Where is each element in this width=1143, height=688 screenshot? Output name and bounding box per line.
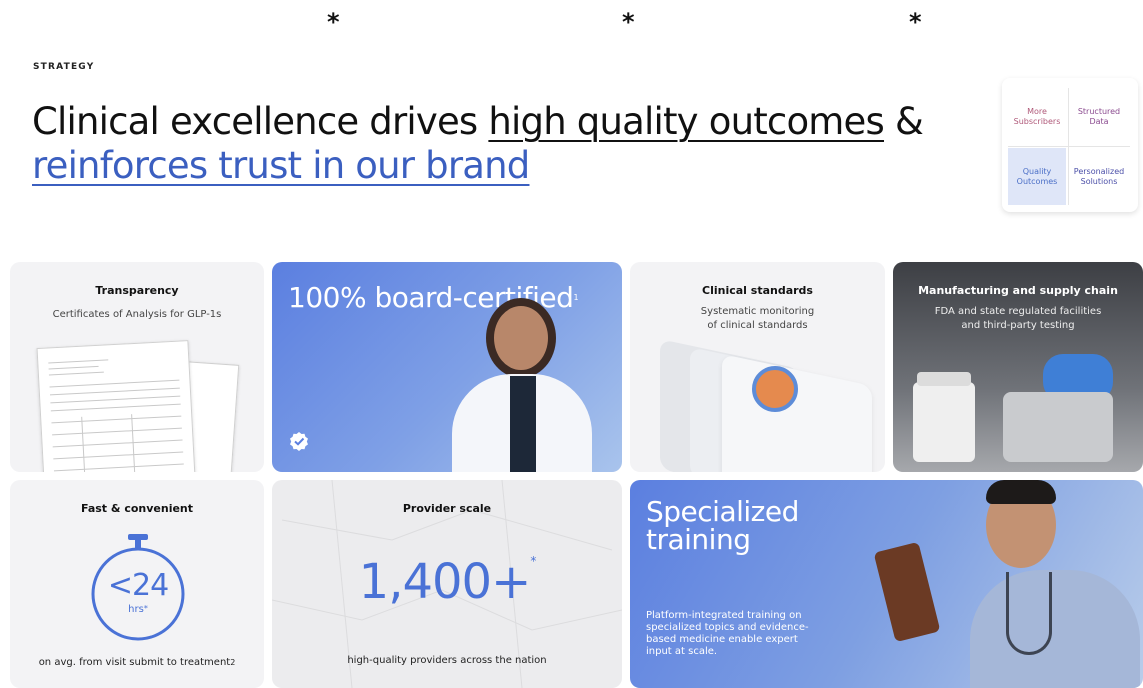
card-title-line: training bbox=[646, 523, 751, 556]
card-title: Fast & convenient bbox=[80, 502, 194, 515]
card-title: Transparency bbox=[95, 284, 179, 297]
headline-underlined-phrase: high quality outcomes bbox=[488, 100, 884, 143]
doctor-shirt-image bbox=[970, 570, 1140, 688]
matrix-cell-quality-outcomes: Quality Outcomes bbox=[1008, 148, 1066, 205]
strategy-matrix: More Subscribers Structured Data Quality… bbox=[1002, 78, 1138, 212]
card-subtitle-line: FDA and state regulated facilities bbox=[934, 306, 1102, 317]
provider-count: 1,400+* bbox=[358, 554, 537, 610]
card-fast-convenient: Fast & convenient <24 hrs* on avg. from … bbox=[10, 480, 264, 688]
card-subtitle-line: Systematic monitoring bbox=[700, 306, 815, 317]
card-subtitle-line: and third-party testing bbox=[961, 320, 1075, 331]
ui-panel-illustration bbox=[722, 354, 872, 472]
card-manufacturing: Manufacturing and supply chain FDA and s… bbox=[893, 262, 1143, 472]
lab-equipment-image bbox=[1003, 392, 1113, 462]
card-title: Clinical standards bbox=[702, 284, 813, 297]
card-subtitle-line: of clinical standards bbox=[707, 320, 808, 331]
card-title-line: Specialized bbox=[646, 495, 799, 528]
asterisk-marker: * bbox=[327, 8, 340, 36]
headline-text: & bbox=[884, 100, 924, 143]
doctor-face bbox=[494, 306, 548, 370]
card-board-certified: 100% board-certified1 bbox=[272, 262, 622, 472]
headline-accent-phrase: reinforces trust in our brand bbox=[32, 144, 530, 187]
stopwatch-unit: hrs* bbox=[128, 604, 148, 615]
doctor-shirt bbox=[510, 376, 536, 472]
certificate-document-image bbox=[36, 340, 196, 472]
card-specialized-training: Specialized training Platform-integrated… bbox=[630, 480, 1143, 688]
matrix-cell-more-subscribers: More Subscribers bbox=[1013, 106, 1061, 126]
lab-bottle-image bbox=[913, 382, 975, 462]
asterisk-marker: * bbox=[622, 8, 635, 36]
card-body-text: Platform-integrated training on speciali… bbox=[646, 610, 809, 657]
headline-text: Clinical excellence drives bbox=[32, 100, 489, 143]
stethoscope-image bbox=[1006, 572, 1052, 655]
card-caption: high-quality providers across the nation bbox=[347, 655, 547, 666]
card-title: Provider scale bbox=[402, 502, 492, 515]
doctor-hair bbox=[986, 480, 1056, 504]
card-subtitle: Certificates of Analysis for GLP-1s bbox=[52, 309, 222, 320]
matrix-cell-structured-data: Structured Data bbox=[1077, 106, 1121, 126]
tablet-device-image bbox=[873, 541, 941, 643]
avatar bbox=[752, 366, 798, 412]
section-eyebrow: STRATEGY bbox=[33, 62, 95, 72]
verified-badge-icon bbox=[289, 431, 309, 451]
card-title: Manufacturing and supply chain bbox=[918, 284, 1118, 297]
matrix-divider bbox=[1008, 146, 1130, 147]
stopwatch-value: <24 bbox=[107, 568, 169, 603]
matrix-cell-personalized-solutions: Personalized Solutions bbox=[1073, 166, 1125, 186]
lab-bottle-cap bbox=[917, 372, 971, 386]
card-transparency: Transparency Certificates of Analysis fo… bbox=[10, 262, 264, 472]
card-provider-scale: Provider scale 1,400+* high-quality prov… bbox=[272, 480, 622, 688]
card-clinical-standards: Clinical standards Systematic monitoring… bbox=[630, 262, 885, 472]
card-caption: on avg. from visit submit to treatment2 bbox=[38, 657, 236, 668]
asterisk-marker: * bbox=[909, 8, 922, 36]
page-headline: Clinical excellence drives high quality … bbox=[32, 100, 932, 188]
